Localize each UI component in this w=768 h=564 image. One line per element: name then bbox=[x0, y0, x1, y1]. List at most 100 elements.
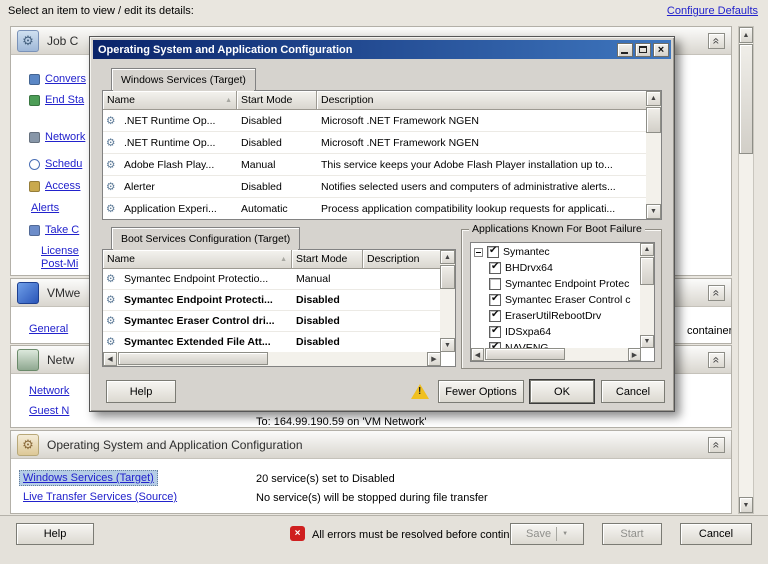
table-row[interactable]: ⚙ Symantec Endpoint Protectio... Manual bbox=[103, 269, 441, 290]
tab-boot-services[interactable]: Boot Services Configuration (Target) bbox=[111, 227, 300, 249]
scroll-up-button[interactable]: ▲ bbox=[440, 250, 455, 264]
table-row[interactable]: ⚙ Symantec Extended File Att... Disabled bbox=[103, 332, 441, 353]
sidebar-item-conversion[interactable]: Convers bbox=[29, 73, 86, 85]
guest-nic-link[interactable]: Guest N bbox=[29, 405, 69, 417]
scroll-down-button[interactable]: ▼ bbox=[440, 338, 455, 352]
scroll-up-button[interactable]: ▲ bbox=[640, 243, 654, 256]
sidebar-link[interactable]: Schedu bbox=[45, 158, 82, 170]
checkbox[interactable] bbox=[489, 262, 501, 274]
scrollbar-thumb[interactable] bbox=[640, 257, 654, 285]
close-icon[interactable]: × bbox=[653, 43, 669, 57]
table-row[interactable]: ⚙ .NET Runtime Op... Disabled Microsoft … bbox=[103, 110, 646, 132]
column-header-start-mode[interactable]: Start Mode bbox=[237, 91, 317, 110]
column-header-name[interactable]: Name ▲ bbox=[103, 250, 292, 269]
sidebar-item-end-states[interactable]: End Sta bbox=[29, 94, 84, 106]
table-row[interactable]: ⚙ Symantec Endpoint Protecti... Disabled bbox=[103, 290, 441, 311]
sidebar-link[interactable]: License bbox=[41, 245, 79, 257]
table-row[interactable]: ⚙ Symantec Eraser Control dri... Disable… bbox=[103, 311, 441, 332]
sidebar-link[interactable]: Post-Mi bbox=[41, 258, 78, 270]
dialog-help-button[interactable]: Help bbox=[106, 380, 176, 403]
scroll-right-button[interactable]: ▶ bbox=[427, 352, 441, 366]
boot-table-vscrollbar[interactable]: ▲ ▼ bbox=[440, 250, 455, 352]
table-row[interactable]: ⚙ .NET Runtime Op... Disabled Microsoft … bbox=[103, 132, 646, 154]
checkbox[interactable] bbox=[489, 278, 501, 290]
tree-hscrollbar[interactable]: ◀ ▶ bbox=[471, 348, 641, 361]
sidebar-item-schedule[interactable]: Schedu bbox=[29, 158, 82, 170]
tree-item[interactable]: BHDrvx64 bbox=[487, 260, 640, 276]
collapse-os-section-button[interactable]: « bbox=[708, 437, 725, 453]
maximize-button[interactable] bbox=[635, 43, 651, 57]
sidebar-item-post-migration[interactable]: Post-Mi bbox=[41, 258, 78, 270]
sidebar-item-access[interactable]: Access bbox=[29, 180, 80, 192]
scroll-down-button[interactable]: ▼ bbox=[640, 335, 654, 348]
table-row[interactable]: ⚙ Adobe Flash Play... Manual This servic… bbox=[103, 154, 646, 176]
help-button[interactable]: Help bbox=[16, 523, 94, 545]
scroll-down-button[interactable]: ▼ bbox=[739, 497, 753, 513]
tree-vscrollbar[interactable]: ▲ ▼ bbox=[640, 243, 654, 348]
minimize-button[interactable] bbox=[617, 43, 633, 57]
dialog-titlebar[interactable]: Operating System and Application Configu… bbox=[93, 40, 671, 59]
tree-item[interactable]: Symantec Eraser Control c bbox=[487, 292, 640, 308]
ok-button[interactable]: OK bbox=[530, 380, 594, 403]
windows-services-link[interactable]: Windows Services (Target) bbox=[23, 472, 154, 484]
live-transfer-item[interactable]: Live Transfer Services (Source) bbox=[23, 491, 177, 503]
column-header-start-mode[interactable]: Start Mode bbox=[292, 250, 363, 269]
sidebar-link[interactable]: Access bbox=[45, 180, 80, 192]
column-header-description[interactable]: Description bbox=[363, 250, 441, 269]
tree-collapse-icon[interactable] bbox=[474, 248, 483, 257]
scroll-up-button[interactable]: ▲ bbox=[646, 91, 661, 106]
dialog-cancel-button[interactable]: Cancel bbox=[601, 380, 665, 403]
checkbox[interactable] bbox=[489, 310, 501, 322]
column-header-description[interactable]: Description bbox=[317, 91, 647, 110]
scrollbar-thumb[interactable] bbox=[440, 265, 455, 289]
cancel-button[interactable]: Cancel bbox=[680, 523, 752, 545]
sidebar-link[interactable]: Convers bbox=[45, 73, 86, 85]
main-scrollbar[interactable]: ▲ ▼ bbox=[738, 26, 754, 514]
sidebar-item-license[interactable]: License bbox=[41, 245, 79, 257]
sidebar-item-take-control[interactable]: Take C bbox=[29, 224, 79, 236]
sidebar-link[interactable]: Network bbox=[45, 131, 85, 143]
vmware-general-item[interactable]: General bbox=[29, 323, 68, 335]
scroll-right-button[interactable]: ▶ bbox=[628, 348, 641, 361]
fewer-options-button[interactable]: Fewer Options bbox=[438, 380, 524, 403]
scroll-down-button[interactable]: ▼ bbox=[646, 204, 661, 219]
tree-item[interactable]: IDSxpa64 bbox=[487, 324, 640, 340]
general-link[interactable]: General bbox=[29, 323, 68, 335]
scroll-left-button[interactable]: ◀ bbox=[103, 352, 117, 366]
scrollbar-thumb[interactable] bbox=[485, 348, 565, 360]
sidebar-link[interactable]: Alerts bbox=[31, 202, 59, 214]
tree-item[interactable]: Symantec Endpoint Protec bbox=[487, 276, 640, 292]
sidebar-link[interactable]: End Sta bbox=[45, 94, 84, 106]
checkbox[interactable] bbox=[489, 294, 501, 306]
table-row[interactable]: ⚙ Application Experi... Automatic Proces… bbox=[103, 198, 646, 220]
guest-nic-item[interactable]: Guest N bbox=[29, 405, 69, 417]
checkbox[interactable] bbox=[487, 246, 499, 258]
boot-table-hscrollbar[interactable]: ◀ ▶ bbox=[103, 352, 441, 366]
sidebar-item-network[interactable]: Network bbox=[29, 131, 85, 143]
checkbox[interactable] bbox=[489, 326, 501, 338]
job-section-title: Job C bbox=[47, 34, 78, 48]
scroll-up-button[interactable]: ▲ bbox=[739, 27, 753, 43]
network-link[interactable]: Network bbox=[29, 385, 69, 397]
tab-windows-services[interactable]: Windows Services (Target) bbox=[111, 68, 256, 90]
configure-defaults-link[interactable]: Configure Defaults bbox=[667, 5, 758, 17]
tree-item[interactable]: EraserUtilRebootDrv bbox=[487, 308, 640, 324]
scroll-left-button[interactable]: ◀ bbox=[471, 348, 484, 361]
tree-item[interactable]: NAVENG bbox=[487, 340, 640, 348]
services-table-scrollbar[interactable]: ▲ ▼ bbox=[646, 91, 661, 219]
scrollbar-thumb[interactable] bbox=[118, 352, 268, 365]
live-transfer-link[interactable]: Live Transfer Services (Source) bbox=[23, 491, 177, 503]
column-header-name[interactable]: Name ▲ bbox=[103, 91, 237, 110]
scrollbar-thumb[interactable] bbox=[739, 44, 753, 154]
windows-services-item[interactable]: Windows Services (Target) bbox=[19, 470, 158, 486]
scrollbar-thumb[interactable] bbox=[646, 107, 661, 133]
table-row[interactable]: ⚙ Alerter Disabled Notifies selected use… bbox=[103, 176, 646, 198]
collapse-vmware-section-button[interactable]: « bbox=[708, 285, 725, 301]
collapse-job-section-button[interactable]: « bbox=[708, 33, 725, 49]
tree-item-symantec[interactable]: Symantec bbox=[472, 244, 640, 260]
network-config-item[interactable]: Network bbox=[29, 385, 69, 397]
collapse-network-section-button[interactable]: « bbox=[708, 352, 725, 368]
sidebar-item-alerts[interactable]: Alerts bbox=[31, 202, 59, 214]
bottom-action-bar: Help × All errors must be resolved befor… bbox=[0, 515, 768, 564]
sidebar-link[interactable]: Take C bbox=[45, 224, 79, 236]
